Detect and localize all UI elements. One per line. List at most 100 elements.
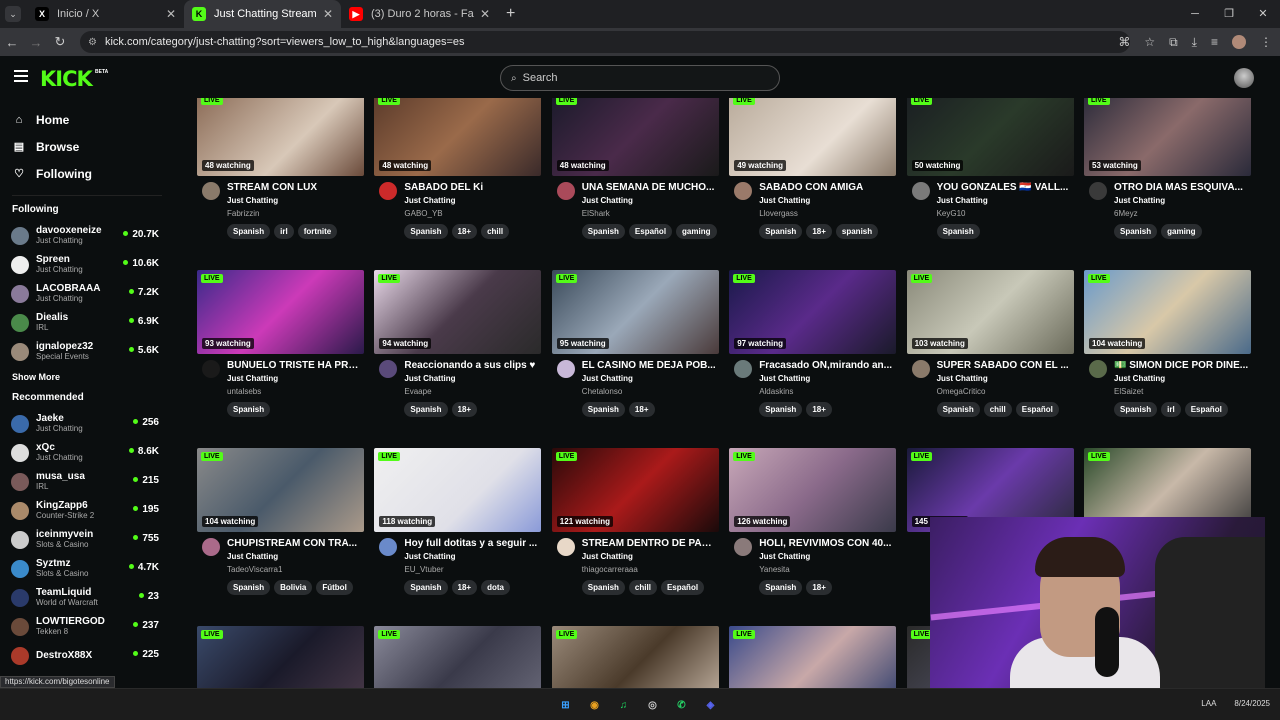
tag-pill[interactable]: Fútbol: [316, 580, 353, 595]
tag-pill[interactable]: irl: [1161, 402, 1181, 417]
streamer-avatar[interactable]: [556, 360, 575, 378]
stream-category[interactable]: Just Chatting: [582, 196, 633, 205]
stream-thumbnail[interactable]: LIVE 103 watching: [906, 270, 1074, 354]
stream-card[interactable]: LIVE 97 watching Fracasado ON,mirando an..…: [729, 270, 897, 424]
streamer-name[interactable]: untalsebs: [227, 387, 261, 396]
streamer-name[interactable]: thiagocarreraaa: [582, 565, 638, 574]
streamer-avatar[interactable]: [911, 360, 930, 378]
tag-pill[interactable]: Spanish: [1114, 402, 1158, 417]
stream-thumbnail[interactable]: LIVE 97 watching: [729, 270, 897, 354]
streamer-avatar[interactable]: [734, 182, 753, 200]
sidebar-channel[interactable]: davooxeneize Just Chatting 20.7K: [0, 221, 180, 250]
language-indicator[interactable]: LAA: [1201, 699, 1216, 708]
translate-icon[interactable]: ⌘: [1118, 35, 1130, 49]
stream-title[interactable]: Fracasado ON,mirando an...: [759, 360, 894, 371]
stream-thumbnail[interactable]: LIVE 49 watching: [729, 98, 897, 176]
streamer-avatar[interactable]: [379, 360, 398, 378]
tag-pill[interactable]: Español: [1184, 402, 1228, 417]
stream-title[interactable]: Reaccionando a sus clips ♥: [404, 360, 539, 371]
stream-thumbnail[interactable]: LIVE 118 watching: [374, 448, 542, 532]
new-tab-button[interactable]: +: [506, 5, 515, 23]
stream-thumbnail[interactable]: LIVE: [551, 626, 719, 688]
streamer-avatar[interactable]: [202, 360, 220, 378]
tag-pill[interactable]: gaming: [1161, 224, 1202, 239]
tag-pill[interactable]: Spanish: [936, 402, 980, 417]
stream-category[interactable]: Just Chatting: [937, 374, 988, 383]
stream-thumbnail[interactable]: LIVE 121 watching: [551, 448, 719, 532]
stream-title[interactable]: CHUPISTREAM CON TRA...: [227, 538, 362, 549]
tag-pill[interactable]: 18+: [628, 402, 655, 417]
streamer-avatar[interactable]: [379, 538, 398, 556]
tag-pill[interactable]: Español: [628, 224, 673, 239]
tag-pill[interactable]: gaming: [676, 224, 717, 239]
stream-title[interactable]: Hoy full dotitas y a seguir ...: [404, 538, 539, 549]
streamer-name[interactable]: Evaape: [404, 387, 431, 396]
tab-close-icon[interactable]: ✕: [323, 7, 333, 21]
sidebar-channel[interactable]: TeamLiquid World of Warcraft 23: [0, 583, 180, 612]
tag-pill[interactable]: Spanish: [759, 224, 803, 239]
tag-pill[interactable]: fortnite: [297, 224, 338, 239]
tag-pill[interactable]: Español: [660, 580, 705, 595]
stream-card[interactable]: LIVE 121 watching STREAM DENTRO DE PAR... J…: [551, 448, 719, 602]
stream-card[interactable]: LIVE 50 watching YOU GONZALES 🇵🇾 VALL... Ju…: [906, 98, 1074, 246]
windows-start-icon[interactable]: ⊞: [556, 696, 575, 715]
stream-title[interactable]: STREAM DENTRO DE PAR...: [582, 538, 717, 549]
stream-thumbnail[interactable]: LIVE 48 watching: [551, 98, 719, 176]
bookmark-star-icon[interactable]: ☆: [1144, 35, 1155, 49]
stream-thumbnail[interactable]: LIVE: [374, 626, 542, 688]
streamer-name[interactable]: Yanesita: [759, 565, 790, 574]
tag-pill[interactable]: spanish: [835, 224, 879, 239]
maximize-button[interactable]: ❐: [1212, 0, 1246, 28]
stream-category[interactable]: Just Chatting: [404, 196, 455, 205]
tag-pill[interactable]: dota: [481, 580, 510, 595]
stream-thumbnail[interactable]: LIVE 126 watching: [729, 448, 897, 532]
stream-thumbnail[interactable]: LIVE 94 watching: [374, 270, 542, 354]
stream-thumbnail[interactable]: LIVE 50 watching: [906, 98, 1074, 176]
stream-card[interactable]: LIVE 104 watching CHUPISTREAM CON TRA... Ju…: [197, 448, 364, 602]
whatsapp-icon[interactable]: ✆: [672, 696, 691, 715]
stream-card[interactable]: LIVE 126 watching HOLI, REVIVIMOS CON 40..…: [729, 448, 897, 602]
back-icon[interactable]: ←: [0, 35, 24, 50]
menu-icon[interactable]: [14, 70, 28, 82]
tag-pill[interactable]: 18+: [806, 224, 832, 239]
tag-pill[interactable]: 18+: [806, 402, 832, 417]
tag-pill[interactable]: Spanish: [1114, 224, 1158, 239]
stream-thumbnail[interactable]: LIVE: [729, 626, 897, 688]
stream-thumbnail[interactable]: LIVE 93 watching: [197, 270, 364, 354]
sidebar-channel[interactable]: Syztmz Slots & Casino 4.7K: [0, 554, 180, 583]
tag-pill[interactable]: Spanish: [227, 224, 271, 239]
streamer-name[interactable]: TadeoViscarra1: [227, 565, 282, 574]
tag-pill[interactable]: Spanish: [404, 580, 448, 595]
sidebar-channel[interactable]: Diealis IRL 6.9K: [0, 308, 180, 337]
streamer-name[interactable]: OmegaCritico: [937, 387, 986, 396]
reading-list-icon[interactable]: ≡: [1211, 35, 1218, 49]
stream-thumbnail[interactable]: LIVE: [197, 626, 364, 688]
sidebar-channel[interactable]: DestroX88X 225: [0, 641, 180, 670]
stream-title[interactable]: OTRO DIA MAS ESQUIVA...: [1114, 182, 1249, 193]
sidebar-channel[interactable]: Spreen Just Chatting 10.6K: [0, 250, 180, 279]
stream-thumbnail[interactable]: LIVE 48 watching: [197, 98, 364, 176]
stream-thumbnail[interactable]: LIVE 53 watching: [1084, 98, 1251, 176]
stream-title[interactable]: EL CASINO ME DEJA POB...: [582, 360, 717, 371]
streamer-avatar[interactable]: [734, 538, 753, 556]
tag-pill[interactable]: Spanish: [581, 224, 625, 239]
stream-card[interactable]: LIVE 93 watching BUÑUELO TRISTE HA PRE... J…: [197, 270, 364, 424]
tag-pill[interactable]: Bolivia: [274, 580, 313, 595]
stream-title[interactable]: SABADO DEL Ki: [404, 182, 539, 193]
stream-title[interactable]: 💵 SIMON DICE POR DINE...: [1114, 360, 1249, 371]
tag-pill[interactable]: Spanish: [759, 580, 803, 595]
streamer-avatar[interactable]: [911, 182, 930, 200]
streamer-avatar[interactable]: [1089, 182, 1107, 200]
sidebar-nav-browse[interactable]: ▤ Browse: [0, 133, 180, 160]
tag-pill[interactable]: Spanish: [936, 224, 980, 239]
forward-icon[interactable]: →: [24, 35, 48, 50]
stream-title[interactable]: BUÑUELO TRISTE HA PRE...: [227, 360, 362, 371]
streamer-name[interactable]: Chetalonso: [582, 387, 622, 396]
stream-thumbnail[interactable]: LIVE 48 watching: [374, 98, 542, 176]
sidebar-channel[interactable]: Jaeke Just Chatting 256: [0, 409, 180, 438]
stream-card[interactable]: LIVE: [551, 626, 719, 688]
stream-card[interactable]: LIVE: [729, 626, 897, 688]
stream-title[interactable]: UNA SEMANA DE MUCHO...: [582, 182, 717, 193]
stream-title[interactable]: SABADO CON AMIGA: [759, 182, 894, 193]
taskbar-date[interactable]: 8/24/2025: [1234, 699, 1270, 708]
